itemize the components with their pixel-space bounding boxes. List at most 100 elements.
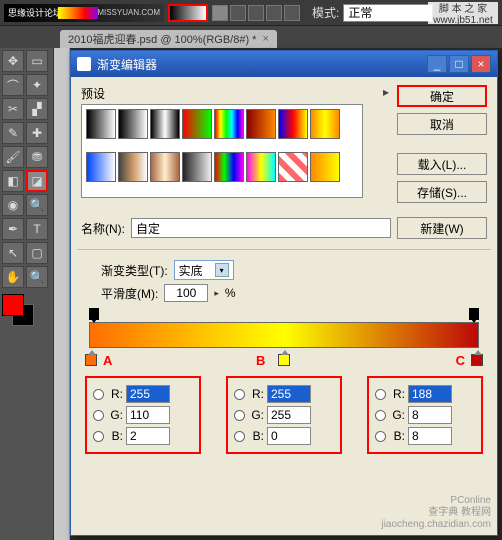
preset-swatch[interactable]	[150, 109, 180, 139]
radio-r[interactable]	[234, 389, 245, 400]
preset-swatch[interactable]	[278, 109, 308, 139]
angle-gradient-icon[interactable]	[248, 5, 264, 21]
preset-swatch[interactable]	[150, 152, 180, 182]
r-input-c[interactable]: 188	[408, 385, 452, 403]
pen-tool[interactable]: ✒	[2, 218, 24, 240]
r-input-a[interactable]: 255	[126, 385, 170, 403]
r-input-b[interactable]: 255	[267, 385, 311, 403]
opacity-stop-left[interactable]	[89, 308, 99, 320]
cancel-button[interactable]: 取消	[397, 113, 487, 135]
preset-swatch[interactable]	[182, 152, 212, 182]
preset-swatch[interactable]	[310, 109, 340, 139]
zoom-tool[interactable]: 🔍	[26, 266, 48, 288]
type-tool[interactable]: T	[26, 218, 48, 240]
save-button[interactable]: 存储(S)...	[397, 181, 487, 203]
lasso-tool[interactable]: ⌒	[2, 74, 24, 96]
preset-swatch[interactable]	[310, 152, 340, 182]
close-button[interactable]: ×	[471, 55, 491, 73]
logo-text: 思缘设计论坛	[8, 6, 62, 19]
radio-g[interactable]	[234, 410, 245, 421]
type-select[interactable]: 实底 ▾	[174, 260, 234, 280]
radio-b[interactable]	[93, 431, 104, 442]
preset-swatch[interactable]	[214, 152, 244, 182]
hand-tool[interactable]: ✋	[2, 266, 24, 288]
opacity-stop-right[interactable]	[469, 308, 479, 320]
radio-r[interactable]	[375, 389, 386, 400]
linear-gradient-icon[interactable]	[212, 5, 228, 21]
g-label: G:	[248, 408, 264, 422]
eyedropper-tool[interactable]: ✎	[2, 122, 24, 144]
path-tool[interactable]: ↖	[2, 242, 24, 264]
radio-b[interactable]	[375, 431, 386, 442]
name-input[interactable]: 自定	[131, 218, 391, 238]
preset-swatch[interactable]	[278, 152, 308, 182]
b-input-c[interactable]: 8	[408, 427, 452, 445]
color-stop-b[interactable]	[278, 354, 290, 366]
b-input-b[interactable]: 0	[267, 427, 311, 445]
load-button[interactable]: 载入(L)...	[397, 153, 487, 175]
options-bar: 思缘设计论坛 WWW.MISSYUAN.COM 模式: 正常 脚 本 之 家 w…	[0, 0, 502, 26]
gradient-bar[interactable]	[89, 322, 479, 348]
dialog-titlebar[interactable]: 渐变编辑器 _ □ ×	[71, 51, 497, 77]
blend-mode-select[interactable]: 正常	[343, 4, 433, 22]
new-button[interactable]: 新建(W)	[397, 217, 487, 239]
shape-tool[interactable]: ▢	[26, 242, 48, 264]
preset-swatch[interactable]	[246, 109, 276, 139]
radio-b[interactable]	[234, 431, 245, 442]
b-label: B:	[107, 429, 123, 443]
divider	[77, 249, 491, 250]
preset-swatch[interactable]	[182, 109, 212, 139]
color-stop-a[interactable]	[85, 354, 97, 366]
g-input-b[interactable]: 255	[267, 406, 311, 424]
preset-label: 预设	[81, 85, 105, 102]
preset-swatch[interactable]	[86, 152, 116, 182]
wand-tool[interactable]: ✦	[26, 74, 48, 96]
opacity-stops-track[interactable]	[89, 308, 479, 322]
gradient-preview-swatch[interactable]	[168, 4, 208, 22]
ok-button[interactable]: 确定	[397, 85, 487, 107]
stamp-tool[interactable]: ⛃	[26, 146, 48, 168]
preset-swatch[interactable]	[246, 152, 276, 182]
blur-tool[interactable]: ◉	[2, 194, 24, 216]
fg-color-swatch[interactable]	[2, 294, 24, 316]
document-tab[interactable]: 2010福虎迎春.psd @ 100%(RGB/8#) * ×	[60, 30, 277, 48]
path-icon: ↖	[8, 246, 18, 260]
preset-swatch[interactable]	[214, 109, 244, 139]
gradient-style-group	[212, 5, 300, 21]
preset-menu-icon[interactable]: ▸	[383, 85, 389, 102]
wand-icon: ✦	[32, 78, 42, 92]
smooth-input[interactable]: 100	[164, 284, 208, 302]
type-label: 渐变类型(T):	[101, 262, 168, 279]
heal-tool[interactable]: ✚	[26, 122, 48, 144]
radio-g[interactable]	[93, 410, 104, 421]
preset-grid[interactable]	[81, 104, 363, 198]
color-swatches[interactable]	[2, 294, 48, 332]
diamond-gradient-icon[interactable]	[284, 5, 300, 21]
radial-gradient-icon[interactable]	[230, 5, 246, 21]
brush-tool[interactable]: 🖌	[2, 146, 24, 168]
gradient-tool[interactable]: ◪	[26, 170, 48, 192]
stop-label-b: B	[256, 353, 265, 368]
crop-tool[interactable]: ✂	[2, 98, 24, 120]
rgb-row: G:110	[93, 406, 193, 424]
move-tool[interactable]: ✥	[2, 50, 24, 72]
preset-swatch[interactable]	[118, 152, 148, 182]
preset-swatch[interactable]	[118, 109, 148, 139]
maximize-button[interactable]: □	[449, 55, 469, 73]
color-stops-track[interactable]: A B C	[89, 348, 479, 366]
reflected-gradient-icon[interactable]	[266, 5, 282, 21]
marquee-tool[interactable]: ▭	[26, 50, 48, 72]
minimize-button[interactable]: _	[427, 55, 447, 73]
g-input-c[interactable]: 8	[408, 406, 452, 424]
dodge-tool[interactable]: 🔍	[26, 194, 48, 216]
slice-tool[interactable]: ▞	[26, 98, 48, 120]
eraser-tool[interactable]: ◧	[2, 170, 24, 192]
radio-g[interactable]	[375, 410, 386, 421]
close-icon[interactable]: ×	[262, 33, 268, 45]
b-input-a[interactable]: 2	[126, 427, 170, 445]
color-stop-c[interactable]	[471, 354, 483, 366]
dropdown-arrow-icon[interactable]: ▸	[214, 288, 219, 299]
radio-r[interactable]	[93, 389, 104, 400]
preset-swatch[interactable]	[86, 109, 116, 139]
g-input-a[interactable]: 110	[126, 406, 170, 424]
